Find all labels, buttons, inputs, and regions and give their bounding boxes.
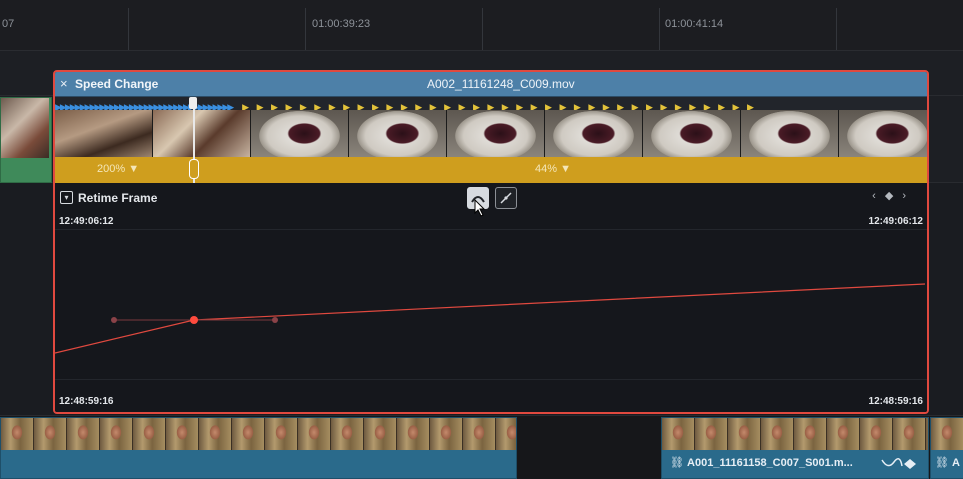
speed-change-panel: × Speed Change A002_11161248_C009.mov ▶▶…	[53, 70, 929, 414]
film-frame	[643, 110, 741, 157]
timeline-clip-bottom-left[interactable]	[0, 417, 517, 479]
film-frame	[447, 110, 545, 157]
thumb	[100, 418, 133, 450]
clip-status-icons	[881, 458, 916, 469]
link-icon: ⛓	[935, 457, 953, 469]
clip-thumbnails	[931, 418, 963, 450]
thumb	[430, 418, 463, 450]
timeline-ruler[interactable]: 07 01:00:39:23 01:00:41:14	[0, 0, 963, 51]
film-frame	[251, 110, 349, 157]
ruler-tick	[482, 8, 483, 50]
ruler-tick	[128, 8, 129, 50]
thumb	[761, 418, 794, 450]
thumb	[364, 418, 397, 450]
thumb	[463, 418, 496, 450]
speed-point-handle[interactable]	[189, 159, 199, 179]
thumb	[397, 418, 430, 450]
thumb	[67, 418, 100, 450]
thumb	[199, 418, 232, 450]
clip-label-text: A001_11161158_C007_S001.m...	[687, 457, 853, 469]
clip-thumbnails	[1, 418, 516, 450]
film-frame	[55, 110, 153, 157]
speed-arrows-slow: ▶ ▶ ▶ ▶ ▶ ▶ ▶ ▶ ▶ ▶ ▶ ▶ ▶ ▶ ▶ ▶ ▶ ▶ ▶ ▶ …	[242, 102, 754, 110]
thumb	[931, 418, 963, 450]
retime-curve[interactable]	[55, 183, 927, 412]
film-frame	[153, 110, 251, 157]
thumb	[662, 418, 695, 450]
link-icon: ⛓	[670, 457, 688, 469]
speed-left-dropdown[interactable]: 200% ▼	[97, 163, 139, 175]
thumb	[232, 418, 265, 450]
clip-label: ⛓ A001_11161158_C007_S001.m...	[670, 456, 853, 469]
bezier-handle-left[interactable]	[111, 317, 117, 323]
thumb	[133, 418, 166, 450]
thumb	[265, 418, 298, 450]
clip-filmstrip[interactable]	[55, 110, 927, 157]
timeline-clip-bottom-right[interactable]: ⛓ A001_11161158_C007_S001.m...	[661, 417, 929, 479]
clip-thumbnail	[1, 98, 49, 158]
speed-arrows-fast: ▶▶▶▶▶▶▶▶▶▶▶▶▶▶▶▶▶▶▶▶▶▶▶▶▶▶▶▶▶▶▶▶▶▶▶▶	[55, 102, 234, 110]
thumb	[34, 418, 67, 450]
bezier-handle-right[interactable]	[272, 317, 278, 323]
thumb	[1, 418, 34, 450]
close-icon[interactable]: ×	[60, 76, 68, 91]
thumb	[794, 418, 827, 450]
ruler-tick	[836, 8, 837, 50]
ruler-tick	[305, 8, 306, 50]
ruler-timecode: 07	[2, 18, 15, 30]
film-frame	[741, 110, 839, 157]
ruler-timecode: 01:00:39:23	[312, 18, 371, 30]
keyframe-icon	[904, 459, 916, 469]
speed-point-top-handle[interactable]	[189, 97, 197, 109]
thumb	[166, 418, 199, 450]
clip-label: ⛓ A	[935, 456, 960, 469]
thumb	[695, 418, 728, 450]
speed-right-dropdown[interactable]: 44% ▼	[535, 163, 571, 175]
speed-arrow-strip: ▶▶▶▶▶▶▶▶▶▶▶▶▶▶▶▶▶▶▶▶▶▶▶▶▶▶▶▶▶▶▶▶▶▶▶▶ ▶ ▶ …	[55, 97, 927, 110]
film-frame	[349, 110, 447, 157]
film-frame	[545, 110, 643, 157]
clip-thumbnails	[662, 418, 928, 450]
thumb	[926, 418, 928, 450]
film-frame	[839, 110, 927, 157]
thumb	[893, 418, 926, 450]
thumb	[827, 418, 860, 450]
ruler-tick	[659, 8, 660, 50]
thumb	[728, 418, 761, 450]
thumb	[496, 418, 516, 450]
keyframe-point[interactable]	[190, 316, 198, 324]
speed-change-header: × Speed Change A002_11161248_C009.mov	[55, 72, 927, 97]
speed-change-title: Speed Change	[75, 77, 159, 91]
thumb	[298, 418, 331, 450]
curve-icon	[881, 458, 903, 467]
ruler-timecode: 01:00:41:14	[665, 18, 724, 30]
timeline-clip-left[interactable]	[0, 97, 52, 183]
speed-bar: 200% ▼ 44% ▼	[55, 97, 927, 184]
thumb	[860, 418, 893, 450]
retime-curve-editor[interactable]: ▾ Retime Frame ‹ ◆ › 12:49:06:12 12:49:0…	[55, 183, 927, 412]
timeline-clip-bottom-far-right[interactable]: ⛓ A	[930, 417, 963, 479]
thumb	[331, 418, 364, 450]
clip-name: A002_11161248_C009.mov	[427, 77, 575, 91]
clip-label-text: A	[952, 457, 960, 469]
retime-curve-line	[55, 283, 926, 354]
